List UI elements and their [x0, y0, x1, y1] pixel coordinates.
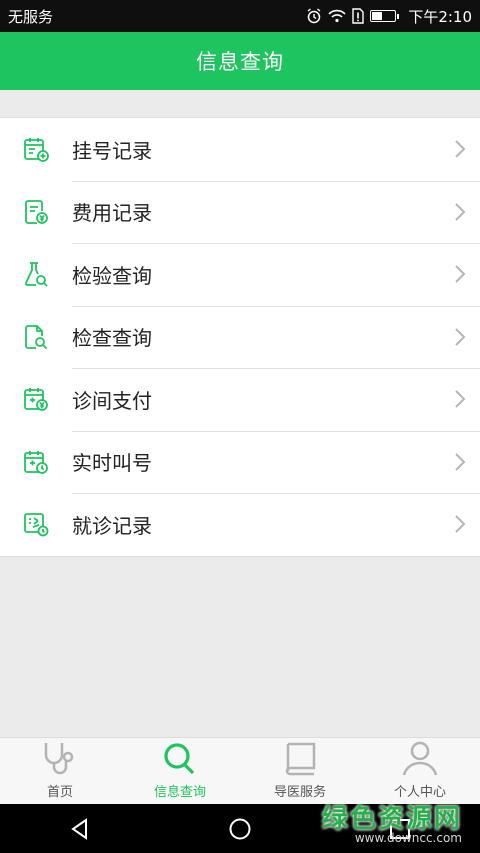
- page-header: 信息查询: [0, 32, 480, 90]
- menu-item-label: 就诊记录: [72, 513, 152, 538]
- chevron-right-icon: [440, 452, 480, 472]
- bill-icon: [0, 198, 72, 226]
- back-icon[interactable]: [60, 809, 100, 849]
- battery-icon: [370, 10, 400, 22]
- tab-label: 导医服务: [273, 785, 326, 800]
- flask-search-icon: [0, 260, 72, 288]
- bottom-tab-bar: 首页 信息查询 导医服务 个人中心: [0, 737, 480, 804]
- search-icon: [160, 739, 200, 779]
- tab-label: 信息查询: [153, 785, 206, 800]
- chevron-right-icon: [440, 327, 480, 347]
- menu-item-label: 挂号记录: [72, 138, 152, 163]
- tab-home[interactable]: 首页: [0, 738, 120, 804]
- calendar-yen-icon: [0, 385, 72, 413]
- alarm-icon: [307, 8, 321, 24]
- sim-alert-icon: [352, 8, 365, 24]
- clock-time: 下午2:10: [408, 7, 472, 26]
- page-title: 信息查询: [196, 50, 284, 74]
- status-bar: 无服务 下午2:10: [0, 0, 480, 32]
- calendar-plus-icon: [0, 135, 72, 163]
- chevron-right-icon: [440, 202, 480, 222]
- menu-item-expense-record[interactable]: 费用记录: [0, 180, 480, 244]
- visit-record-icon: [0, 510, 72, 538]
- wifi-icon: [328, 9, 346, 23]
- chevron-right-icon: [440, 514, 480, 534]
- menu-item-label: 诊间支付: [72, 388, 152, 413]
- tab-info-query[interactable]: 信息查询: [120, 738, 240, 804]
- tab-guide-service[interactable]: 导医服务: [240, 738, 360, 804]
- chevron-right-icon: [440, 139, 480, 159]
- guide-book-icon: [280, 739, 320, 779]
- stethoscope-icon: [40, 739, 80, 779]
- query-menu-list: 挂号记录 费用记录 检验查询 检查查询 诊间支付 实时叫号 就诊记录: [0, 117, 480, 557]
- calendar-clock-icon: [0, 448, 72, 476]
- menu-item-label: 检查查询: [72, 326, 152, 351]
- menu-item-exam-query[interactable]: 检查查询: [0, 305, 480, 369]
- watermark-text: 绿色资源网: [321, 804, 462, 834]
- person-icon: [400, 739, 440, 779]
- menu-item-visit-record[interactable]: 就诊记录: [0, 493, 480, 556]
- menu-item-label: 检验查询: [72, 263, 152, 288]
- menu-item-label: 实时叫号: [72, 451, 152, 476]
- carrier-label: 无服务: [8, 7, 54, 26]
- document-search-icon: [0, 323, 72, 351]
- menu-item-lab-test-query[interactable]: 检验查询: [0, 243, 480, 306]
- menu-item-registration-record[interactable]: 挂号记录: [0, 118, 480, 181]
- chevron-right-icon: [440, 264, 480, 284]
- tab-personal-center[interactable]: 个人中心: [360, 738, 480, 804]
- chevron-right-icon: [440, 389, 480, 409]
- menu-item-label: 费用记录: [72, 201, 152, 226]
- watermark: 绿色资源网 www.downcc.com: [322, 798, 462, 845]
- tab-label: 首页: [46, 785, 73, 800]
- menu-item-clinic-payment[interactable]: 诊间支付: [0, 368, 480, 431]
- home-icon[interactable]: [220, 809, 260, 849]
- menu-item-realtime-call[interactable]: 实时叫号: [0, 430, 480, 494]
